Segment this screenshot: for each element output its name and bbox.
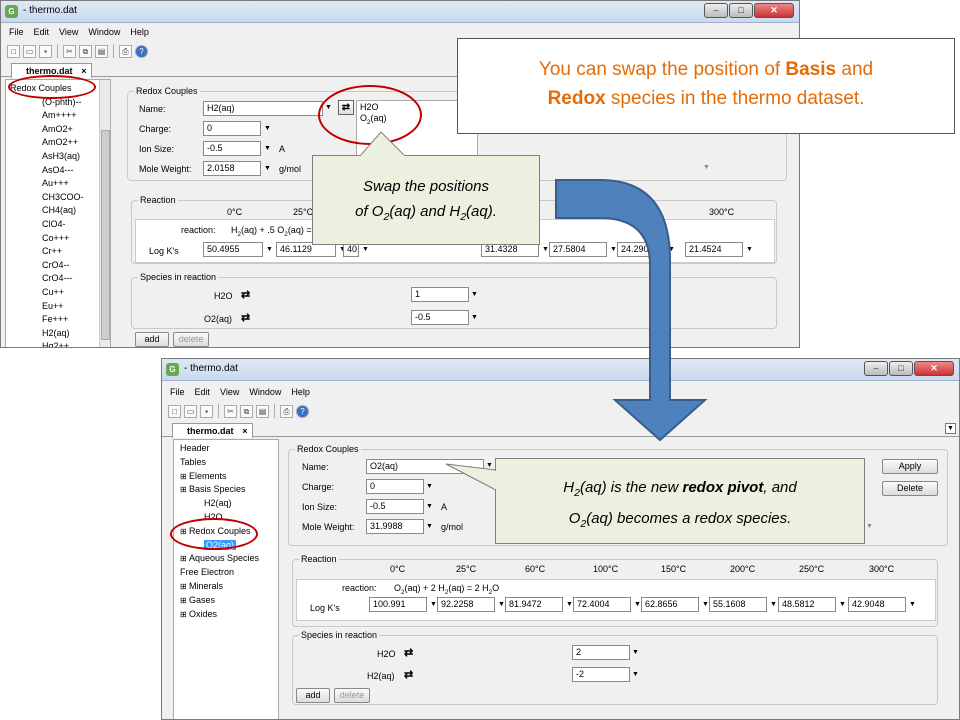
callout-line: O2(aq) becomes a redox species. — [568, 510, 792, 530]
callout-line: H2(aq) is the new redox pivot, and — [563, 479, 797, 499]
callout-pointer — [445, 463, 497, 491]
callout-join — [494, 471, 497, 489]
callout-redox-pivot: H2(aq) is the new redox pivot, and O2(aq… — [495, 458, 865, 544]
